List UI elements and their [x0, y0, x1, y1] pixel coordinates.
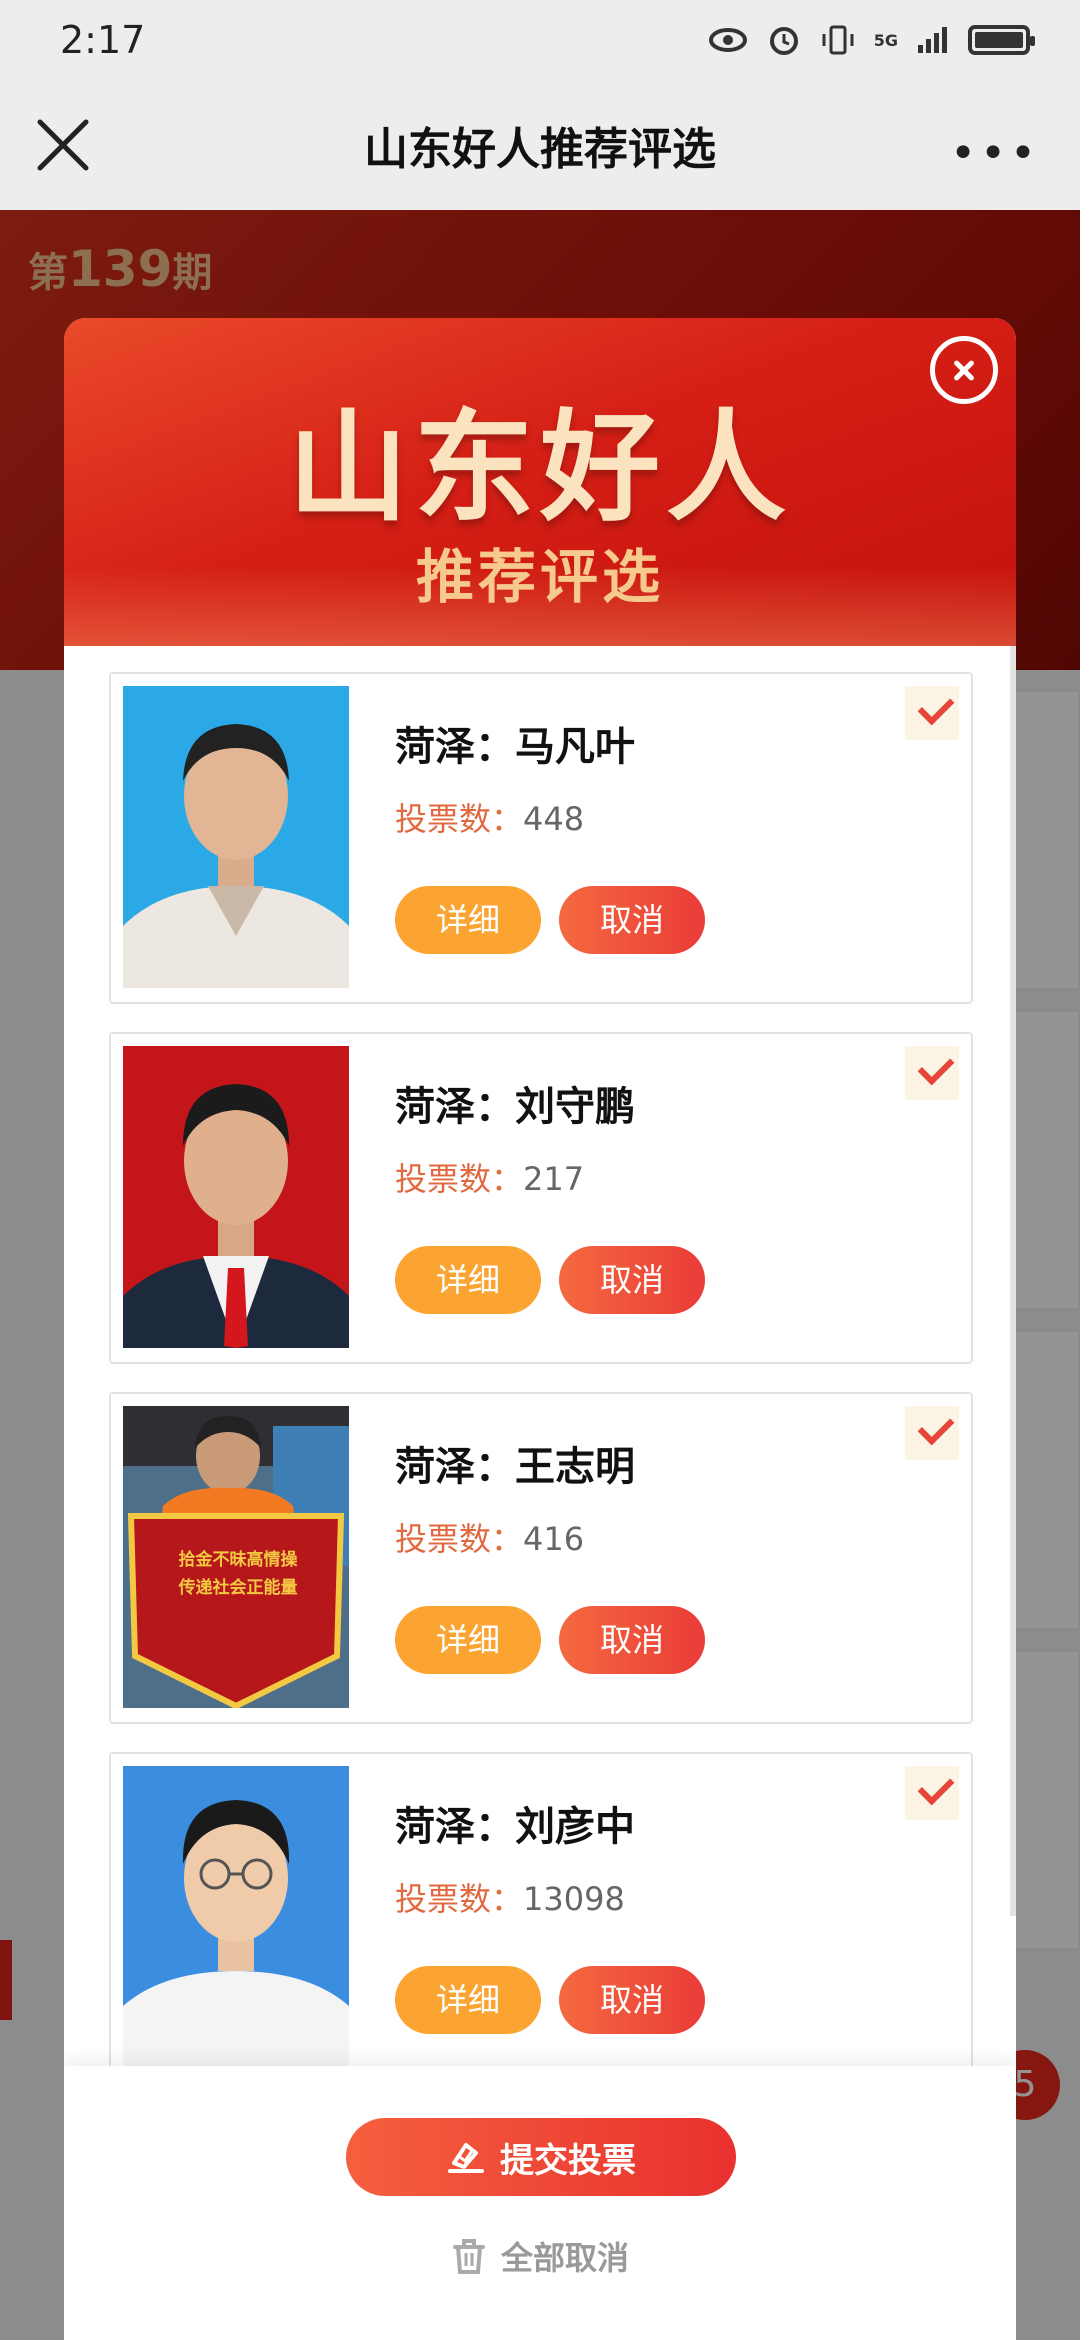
- vibrate-icon: [822, 25, 854, 55]
- vote-modal: 山东好人 推荐评选 菏泽：马凡叶 投票数：448 详细 取消 菏泽：刘守鹏 投票…: [64, 318, 1016, 2340]
- battery-icon: [968, 25, 1035, 55]
- banner-line: 传递社会正能量: [178, 1578, 298, 1598]
- more-icon[interactable]: •••: [950, 128, 1040, 179]
- vote-label: 投票数：: [395, 1880, 524, 1918]
- check-icon[interactable]: [905, 1406, 959, 1460]
- vote-icon: [448, 2143, 484, 2173]
- candidate-photo: [123, 1046, 349, 1348]
- trash-icon: [452, 2239, 485, 2274]
- detail-button[interactable]: 详细: [395, 1246, 541, 1314]
- vote-count: 投票数：448: [395, 794, 584, 840]
- candidate-photo: [123, 686, 349, 988]
- vote-value: 448: [523, 800, 585, 838]
- alarm-icon: [769, 27, 798, 55]
- submit-label: 提交投票: [500, 2140, 636, 2181]
- nav-bar: 山东好人推荐评选 •••: [0, 80, 1080, 210]
- cancel-button[interactable]: 取消: [559, 1966, 705, 2034]
- submit-vote-button[interactable]: 提交投票: [346, 2118, 736, 2196]
- scrollbar[interactable]: [1010, 646, 1016, 1916]
- signal-icon: [918, 27, 947, 53]
- candidate-card: 菏泽：刘彦中 投票数：13098 详细 取消: [109, 1752, 973, 2084]
- modal-subtitle: 推荐评选: [415, 543, 664, 611]
- candidate-card: 菏泽：马凡叶 投票数：448 详细 取消: [109, 672, 973, 1004]
- vote-count: 投票数：13098: [395, 1874, 625, 1920]
- check-icon[interactable]: [905, 1766, 959, 1820]
- banner-text: 拾金不昧高情操 传递社会正能量: [153, 1546, 323, 1602]
- candidate-name: 菏泽：刘彦中: [395, 1804, 635, 1850]
- candidate-card: 拾金不昧高情操 传递社会正能量 菏泽：王志明 投票数：416 详细 取消: [109, 1392, 973, 1724]
- vote-value: 217: [523, 1160, 585, 1198]
- banner-line: 拾金不昧高情操: [178, 1550, 298, 1570]
- vote-count: 投票数：217: [395, 1154, 584, 1200]
- vote-label: 投票数：: [395, 1520, 524, 1558]
- detail-button[interactable]: 详细: [395, 886, 541, 954]
- status-icons: 5G: [708, 22, 1035, 58]
- candidate-card: 菏泽：刘守鹏 投票数：217 详细 取消: [109, 1032, 973, 1364]
- candidate-name: 菏泽：马凡叶: [395, 724, 635, 770]
- eye-icon: [708, 28, 747, 52]
- status-bar: 2:17 5G: [0, 0, 1080, 80]
- detail-button[interactable]: 详细: [395, 1606, 541, 1674]
- page-title: 山东好人推荐评选: [364, 124, 716, 175]
- cancel-button[interactable]: 取消: [559, 1246, 705, 1314]
- candidate-photo: 拾金不昧高情操 传递社会正能量: [123, 1406, 349, 1708]
- close-icon[interactable]: [30, 112, 96, 178]
- vote-value: 416: [523, 1520, 585, 1558]
- modal-header: 山东好人 推荐评选: [64, 318, 1016, 646]
- modal-close-icon[interactable]: [930, 336, 998, 404]
- cancel-all-label: 全部取消: [500, 2239, 629, 2277]
- candidate-name: 菏泽：王志明: [395, 1444, 635, 1490]
- status-time: 2:17: [60, 18, 146, 62]
- candidate-photo: [123, 1766, 349, 2068]
- modal-title: 山东好人: [288, 397, 792, 538]
- check-icon[interactable]: [905, 1046, 959, 1100]
- vote-value: 13098: [523, 1880, 625, 1918]
- vote-label: 投票数：: [395, 1160, 524, 1198]
- cancel-all-button[interactable]: 全部取消: [64, 2226, 1016, 2286]
- candidate-name: 菏泽：刘守鹏: [395, 1084, 635, 1130]
- detail-button[interactable]: 详细: [395, 1966, 541, 2034]
- vote-count: 投票数：416: [395, 1514, 584, 1560]
- cancel-button[interactable]: 取消: [559, 1606, 705, 1674]
- modal-footer: 提交投票 全部取消: [64, 2066, 1016, 2340]
- vote-label: 投票数：: [395, 800, 524, 838]
- cancel-button[interactable]: 取消: [559, 886, 705, 954]
- check-icon[interactable]: [905, 686, 959, 740]
- network-label: 5G: [873, 30, 898, 50]
